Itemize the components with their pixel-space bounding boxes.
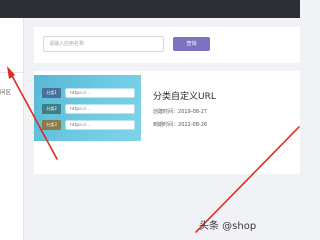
sidebar-item-label[interactable]: 问区 — [0, 88, 11, 96]
link-row: 分类1 — [42, 88, 137, 98]
created-time-value: 2019-08-27 — [178, 109, 208, 115]
created-time-label: 创建时间： — [153, 109, 179, 115]
app-screen: 问区 查询 分类1 分类2 分类3 分类自定义URL — [0, 0, 300, 240]
link-row: 分类2 — [42, 104, 137, 114]
link-label: 分类3 — [42, 120, 61, 130]
sidebar — [0, 18, 24, 240]
expire-time-value: 2022-08-26 — [178, 122, 208, 128]
top-bar — [0, 0, 300, 18]
expire-time-label: 到期时间： — [153, 122, 179, 128]
expire-time: 到期时间：2022-08-26 — [153, 121, 207, 128]
link-input[interactable] — [65, 88, 135, 98]
app-card-title: 分类自定义URL — [153, 92, 216, 102]
link-input[interactable] — [65, 104, 135, 114]
app-list: 分类1 分类2 分类3 分类自定义URL 创建时间：2019-08-27 到期时… — [34, 71, 300, 174]
created-time: 创建时间：2019-08-27 — [153, 108, 207, 115]
sidebar-divider — [0, 72, 24, 73]
search-button[interactable]: 查询 — [173, 37, 210, 51]
link-row: 分类3 — [42, 120, 137, 130]
app-card-links-panel: 分类1 分类2 分类3 — [34, 75, 141, 141]
app-card: 分类1 分类2 分类3 分类自定义URL 创建时间：2019-08-27 到期时… — [34, 75, 300, 141]
link-label: 分类1 — [42, 88, 61, 98]
link-input[interactable] — [65, 120, 135, 130]
search-input[interactable] — [43, 36, 164, 52]
search-bar: 查询 — [34, 27, 300, 63]
link-label: 分类2 — [42, 104, 61, 114]
watermark-text: 头条 @shop — [199, 221, 257, 232]
